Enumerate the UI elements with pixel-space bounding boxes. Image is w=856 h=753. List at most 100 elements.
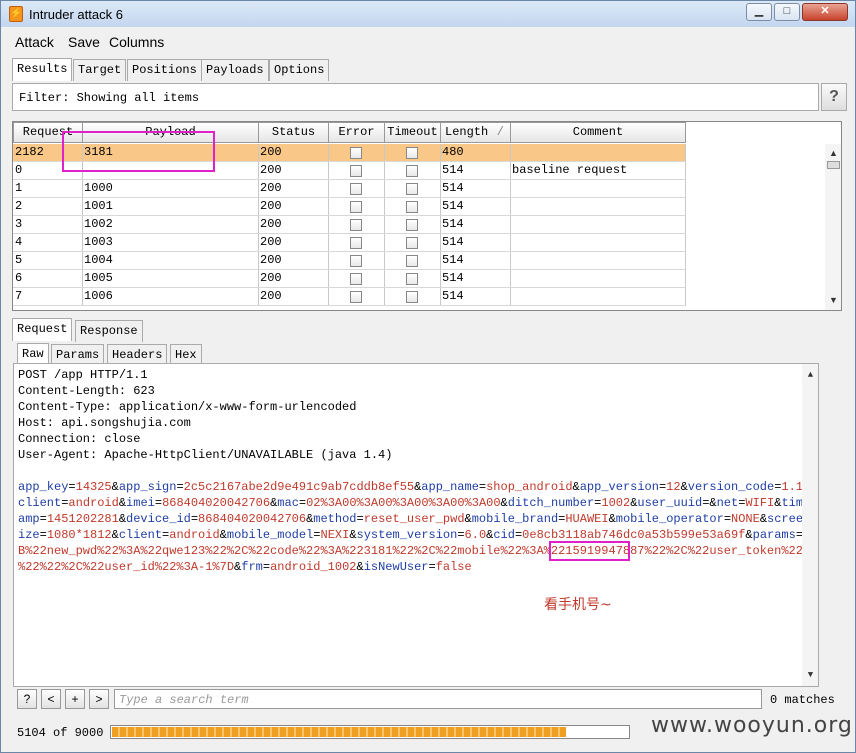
table-row[interactable]: 7 1006 200 514: [13, 288, 686, 306]
cell-comment: baseline request: [510, 162, 686, 180]
cell-timeout: [384, 162, 441, 180]
header-line: Content-Length: 623: [18, 384, 155, 398]
menu-attack[interactable]: Attack: [15, 34, 54, 50]
cell-error: [328, 180, 385, 198]
body-line: ize=1080*1812&client=android&mobile_mode…: [18, 528, 817, 542]
menu-columns[interactable]: Columns: [109, 34, 164, 50]
body-line: client=android&imei=868404020042706&mac=…: [18, 496, 818, 510]
search-input[interactable]: Type a search term: [114, 689, 762, 709]
filter-bar[interactable]: Filter: Showing all items: [12, 83, 819, 111]
cell-payload: 1002: [82, 216, 259, 234]
scroll-up-icon[interactable]: ▲: [805, 370, 816, 380]
cell-request: 7: [13, 288, 83, 306]
cell-request: 3: [13, 216, 83, 234]
cell-status: 200: [258, 252, 329, 270]
table-row[interactable]: 2 1001 200 514: [13, 198, 686, 216]
cell-timeout: [384, 234, 441, 252]
minimize-icon[interactable]: ▁: [746, 3, 772, 21]
checkbox: [349, 291, 362, 303]
cell-length: 514: [440, 180, 511, 198]
scroll-thumb[interactable]: [827, 161, 840, 169]
watermark: www.wooyun.org: [651, 713, 853, 738]
tab-positions[interactable]: Positions: [127, 59, 202, 81]
search-next-button[interactable]: >: [89, 689, 109, 709]
menu-save[interactable]: Save: [68, 34, 100, 50]
cell-status: 200: [258, 234, 329, 252]
checkbox: [349, 219, 362, 231]
table-scrollbar[interactable]: ▲ ▼: [825, 144, 841, 310]
cell-comment: [510, 288, 686, 306]
cell-error: [328, 216, 385, 234]
scroll-up-icon[interactable]: ▲: [828, 148, 839, 158]
cell-timeout: [384, 270, 441, 288]
checkbox: [405, 255, 418, 267]
table-row[interactable]: 5 1004 200 514: [13, 252, 686, 270]
table-row[interactable]: 1 1000 200 514: [13, 180, 686, 198]
tab-payloads[interactable]: Payloads: [201, 59, 269, 81]
cell-comment: [510, 198, 686, 216]
cell-length: 514: [440, 216, 511, 234]
cell-comment: [510, 216, 686, 234]
body-line: %22%22%2C%22user_id%22%3A-1%7D&frm=andro…: [18, 560, 472, 574]
cell-payload: 1005: [82, 270, 259, 288]
cell-timeout: [384, 198, 441, 216]
body-line: app_key=14325&app_sign=2c5c2167abe2d9e49…: [18, 480, 818, 494]
checkbox: [405, 165, 418, 177]
col-timeout[interactable]: Timeout: [384, 122, 441, 143]
header-line: Connection: close: [18, 432, 141, 446]
checkbox: [405, 237, 418, 249]
header-line: Content-Type: application/x-www-form-url…: [18, 400, 357, 414]
search-prev-button[interactable]: <: [41, 689, 61, 709]
checkbox: [349, 255, 362, 267]
cell-request: 1: [13, 180, 83, 198]
cell-payload: 1000: [82, 180, 259, 198]
cell-length: 514: [440, 270, 511, 288]
close-icon[interactable]: ✕: [802, 3, 848, 21]
editor-scrollbar[interactable]: ▲ ▼: [802, 364, 818, 686]
title-bar[interactable]: ⚡ Intruder attack 6 ▁ □ ✕: [1, 1, 855, 27]
col-length-label: Length: [445, 125, 489, 139]
window-title: Intruder attack 6: [29, 7, 123, 22]
checkbox: [405, 201, 418, 213]
tab-options[interactable]: Options: [269, 59, 330, 81]
cell-request: 2: [13, 198, 83, 216]
search-help-button[interactable]: ?: [17, 689, 37, 709]
cell-timeout: [384, 144, 441, 162]
checkbox: [405, 147, 418, 159]
help-button[interactable]: ?: [821, 83, 847, 111]
cell-request: 5: [13, 252, 83, 270]
progress-text: 5104 of 9000: [17, 726, 104, 740]
cell-status: 200: [258, 162, 329, 180]
intruder-window: ⚡ Intruder attack 6 ▁ □ ✕ Attack Save Co…: [0, 0, 856, 753]
table-row[interactable]: 6 1005 200 514: [13, 270, 686, 288]
header-line: Host: api.songshujia.com: [18, 416, 191, 430]
tab-request[interactable]: Request: [12, 318, 73, 341]
burp-icon: ⚡: [9, 6, 23, 22]
request-editor[interactable]: POST /app HTTP/1.1 Content-Length: 623 C…: [13, 363, 819, 687]
col-status[interactable]: Status: [258, 122, 329, 143]
scroll-down-icon[interactable]: ▼: [805, 670, 816, 680]
cell-error: [328, 198, 385, 216]
cell-status: 200: [258, 144, 329, 162]
table-row[interactable]: 4 1003 200 514: [13, 234, 686, 252]
col-comment[interactable]: Comment: [510, 122, 686, 143]
maximize-icon[interactable]: □: [774, 3, 800, 21]
table-row[interactable]: 3 1002 200 514: [13, 216, 686, 234]
cell-length: 514: [440, 288, 511, 306]
tab-response[interactable]: Response: [75, 320, 143, 342]
checkbox: [405, 183, 418, 195]
search-add-button[interactable]: +: [65, 689, 85, 709]
col-error[interactable]: Error: [328, 122, 385, 143]
checkbox: [349, 147, 362, 159]
cell-timeout: [384, 252, 441, 270]
payload-highlight-box: [62, 131, 215, 172]
cell-timeout: [384, 180, 441, 198]
header-line: User-Agent: Apache-HttpClient/UNAVAILABL…: [18, 448, 393, 462]
cell-comment: [510, 234, 686, 252]
col-length[interactable]: Length /: [440, 122, 511, 143]
tab-target[interactable]: Target: [73, 59, 127, 81]
cell-request: 4: [13, 234, 83, 252]
menu-bar: Attack Save Columns: [2, 28, 854, 53]
tab-results[interactable]: Results: [12, 58, 73, 81]
scroll-down-icon[interactable]: ▼: [828, 295, 839, 305]
